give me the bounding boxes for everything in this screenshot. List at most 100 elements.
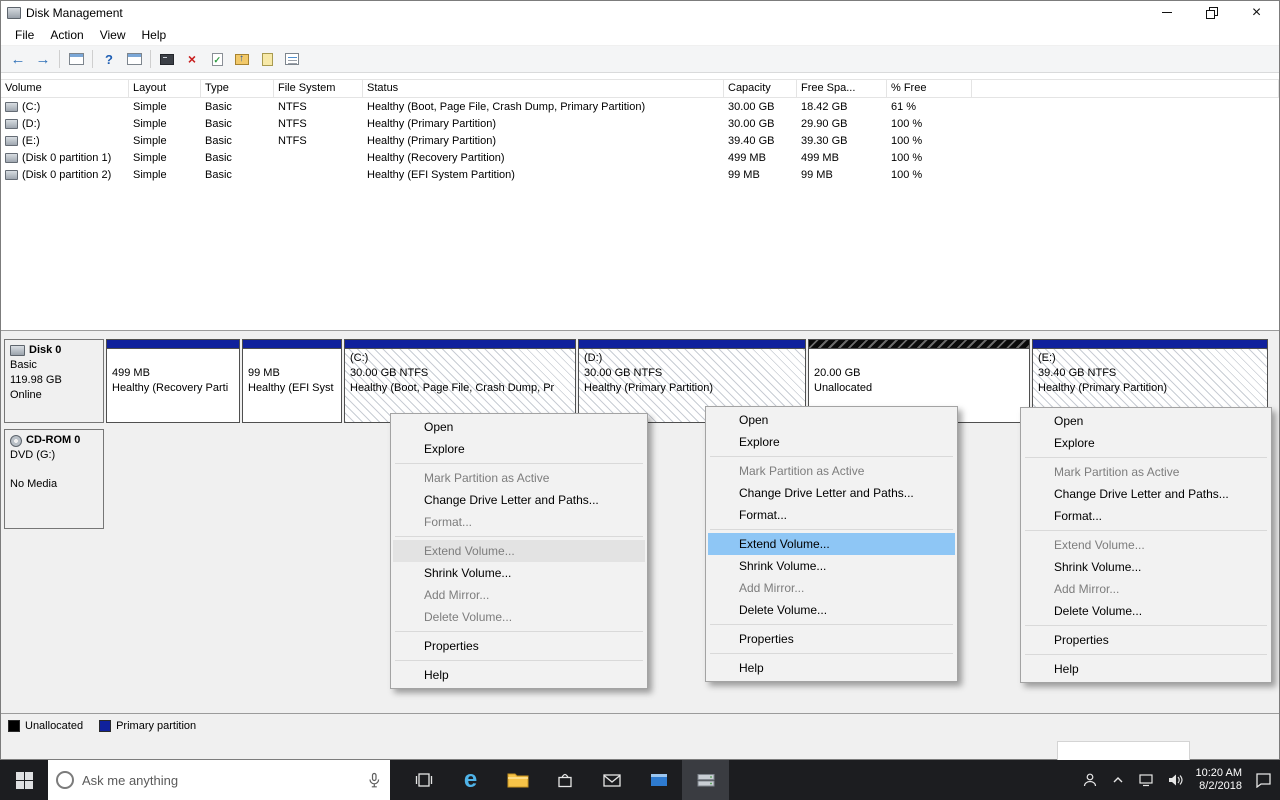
column-header-status[interactable]: Status — [363, 80, 724, 97]
volume-row-partition1[interactable]: (Disk 0 partition 1) Simple Basic Health… — [1, 149, 1279, 166]
cortana-search-box[interactable] — [48, 760, 390, 800]
menu-item-help[interactable]: Help — [708, 657, 955, 679]
type-cell: Basic — [201, 152, 274, 164]
layout-cell: Simple — [129, 118, 201, 130]
delete-volume-button[interactable]: × — [183, 50, 201, 68]
properties-button[interactable] — [283, 50, 301, 68]
console-button[interactable] — [158, 50, 176, 68]
capacity-cell: 30.00 GB — [724, 101, 797, 113]
menu-item-change-letter[interactable]: Change Drive Letter and Paths... — [393, 489, 645, 511]
disk-management-taskbar-button[interactable] — [682, 760, 729, 800]
volume-row-c[interactable]: (C:) Simple Basic NTFS Healthy (Boot, Pa… — [1, 98, 1279, 115]
menu-item-delete-volume[interactable]: Delete Volume... — [708, 599, 955, 621]
taskbar-clock[interactable]: 10:20 AM 8/2/2018 — [1196, 767, 1242, 793]
volume-row-d[interactable]: (D:) Simple Basic NTFS Healthy (Primary … — [1, 115, 1279, 132]
people-button[interactable] — [1082, 772, 1098, 788]
edge-button[interactable]: e — [447, 760, 494, 800]
menu-item-help[interactable]: Help — [1023, 658, 1269, 680]
primary-partition-label: Primary partition — [116, 720, 196, 732]
titlebar: Disk Management × — [1, 1, 1279, 24]
menu-item-explore[interactable]: Explore — [1023, 432, 1269, 454]
volume-row-e[interactable]: (E:) Simple Basic NTFS Healthy (Primary … — [1, 132, 1279, 149]
menu-item-format[interactable]: Format... — [1023, 505, 1269, 527]
volume-drive-icon — [5, 136, 18, 146]
menu-item-open[interactable]: Open — [708, 409, 955, 431]
console-app-button[interactable] — [635, 760, 682, 800]
window-title: Disk Management — [26, 6, 123, 20]
microphone-icon[interactable] — [366, 772, 382, 788]
column-header-filler — [972, 80, 1279, 97]
action-center-button[interactable] — [1255, 772, 1272, 788]
menu-item-open[interactable]: Open — [393, 416, 645, 438]
store-button[interactable] — [541, 760, 588, 800]
menu-item-help[interactable]: Help — [393, 664, 645, 686]
cdrom-label[interactable]: CD-ROM 0 DVD (G:) No Media — [4, 429, 104, 529]
action-pane-button[interactable] — [125, 50, 143, 68]
menu-action[interactable]: Action — [42, 25, 91, 45]
format-button[interactable] — [258, 50, 276, 68]
search-input[interactable] — [82, 773, 358, 788]
status-cell: Healthy (Primary Partition) — [363, 118, 724, 130]
freespace-cell: 99 MB — [797, 169, 887, 181]
freespace-cell: 39.30 GB — [797, 135, 887, 147]
volume-button[interactable] — [1167, 773, 1183, 787]
back-button[interactable]: ← — [9, 50, 27, 68]
type-cell: Basic — [201, 169, 274, 181]
menu-item-extend-volume: Extend Volume... — [1023, 534, 1269, 556]
hard-disk-icon — [10, 345, 25, 356]
file-explorer-button[interactable] — [494, 760, 541, 800]
column-header-filesystem[interactable]: File System — [274, 80, 363, 97]
start-button[interactable] — [0, 760, 48, 800]
menu-item-change-letter[interactable]: Change Drive Letter and Paths... — [1023, 483, 1269, 505]
menu-separator — [395, 631, 643, 632]
volume-row-partition2[interactable]: (Disk 0 partition 2) Simple Basic Health… — [1, 166, 1279, 183]
partition-efi[interactable]: 99 MB Healthy (EFI Syst — [242, 339, 342, 423]
menu-file[interactable]: File — [7, 25, 42, 45]
menu-item-explore[interactable]: Explore — [393, 438, 645, 460]
volume-cell: (C:) — [1, 101, 129, 113]
menu-item-shrink-volume[interactable]: Shrink Volume... — [393, 562, 645, 584]
partition-recovery[interactable]: 499 MB Healthy (Recovery Parti — [106, 339, 240, 423]
menu-item-delete-volume[interactable]: Delete Volume... — [1023, 600, 1269, 622]
pctfree-cell: 100 % — [887, 118, 972, 130]
menu-item-properties[interactable]: Properties — [393, 635, 645, 657]
menu-item-shrink-volume[interactable]: Shrink Volume... — [708, 555, 955, 577]
filesystem-cell: NTFS — [274, 101, 363, 113]
menu-item-change-letter[interactable]: Change Drive Letter and Paths... — [708, 482, 955, 504]
mail-button[interactable] — [588, 760, 635, 800]
menu-separator — [710, 529, 953, 530]
forward-button[interactable]: → — [34, 50, 52, 68]
toolbar-separator — [59, 50, 60, 68]
mark-active-button[interactable]: ✓ — [208, 50, 226, 68]
menu-view[interactable]: View — [92, 25, 134, 45]
console-tree-button[interactable] — [67, 50, 85, 68]
column-header-volume[interactable]: Volume — [1, 80, 129, 97]
menu-item-properties[interactable]: Properties — [1023, 629, 1269, 651]
column-header-type[interactable]: Type — [201, 80, 274, 97]
partition-c[interactable]: (C:) 30.00 GB NTFS Healthy (Boot, Page F… — [344, 339, 576, 423]
menu-item-shrink-volume[interactable]: Shrink Volume... — [1023, 556, 1269, 578]
close-button[interactable]: × — [1234, 1, 1279, 24]
help-button[interactable]: ? — [100, 50, 118, 68]
menu-item-explore[interactable]: Explore — [708, 431, 955, 453]
column-header-capacity[interactable]: Capacity — [724, 80, 797, 97]
column-header-pctfree[interactable]: % Free — [887, 80, 972, 97]
menu-item-format[interactable]: Format... — [708, 504, 955, 526]
disk-0-label[interactable]: Disk 0 Basic 119.98 GB Online — [4, 339, 104, 423]
menu-separator — [1025, 654, 1267, 655]
restore-button[interactable] — [1189, 1, 1234, 24]
show-hidden-icons-button[interactable] — [1111, 774, 1125, 786]
store-icon — [556, 771, 574, 789]
menu-item-properties[interactable]: Properties — [708, 628, 955, 650]
change-letter-button[interactable] — [233, 50, 251, 68]
capacity-cell: 39.40 GB — [724, 135, 797, 147]
menu-item-open[interactable]: Open — [1023, 410, 1269, 432]
menu-help[interactable]: Help — [134, 25, 175, 45]
menu-item-extend-volume[interactable]: Extend Volume... — [708, 533, 955, 555]
task-view-button[interactable] — [400, 760, 447, 800]
column-header-freespace[interactable]: Free Spa... — [797, 80, 887, 97]
column-header-layout[interactable]: Layout — [129, 80, 201, 97]
network-button[interactable] — [1138, 773, 1154, 787]
unallocated-color-bar — [809, 340, 1029, 349]
minimize-button[interactable] — [1144, 1, 1189, 24]
